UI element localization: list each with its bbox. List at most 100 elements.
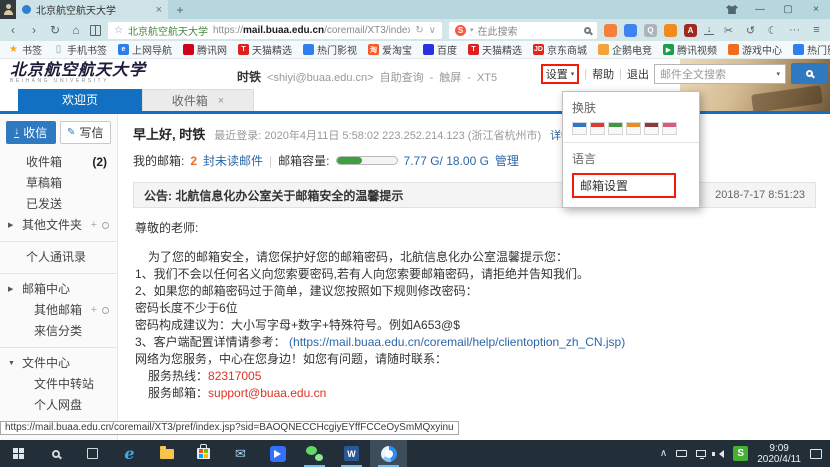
engine-dropdown-icon[interactable]: ▾ (470, 26, 474, 34)
sogou-input-icon[interactable]: S (733, 446, 748, 461)
hidden-icons-chevron[interactable]: ∧ (660, 448, 667, 459)
skin-swatch[interactable] (590, 122, 605, 135)
close-button[interactable]: × (802, 0, 830, 19)
sidebar-item-file-center[interactable]: ▼文件中心 (0, 353, 117, 374)
skin-swatch[interactable] (662, 122, 677, 135)
skin-swatch[interactable] (572, 122, 587, 135)
extension-qa-icon[interactable]: Q (644, 24, 657, 37)
back-icon[interactable]: ‹ (6, 23, 20, 37)
night-mode-icon[interactable]: ☾ (765, 24, 780, 37)
service-email[interactable]: support@buaa.edu.cn (208, 386, 326, 400)
browser-search-box[interactable]: S ▾ 在此搜索 (449, 22, 597, 39)
gear-icon[interactable] (102, 222, 109, 229)
screenshot-icon[interactable]: ✂ (721, 24, 736, 37)
expand-arrow-icon[interactable]: ▶ (8, 279, 13, 300)
taskbar-search-button[interactable] (37, 440, 74, 467)
link-xt5[interactable]: XT5 (477, 72, 497, 84)
forward-icon[interactable]: › (27, 23, 41, 37)
volume-icon[interactable] (715, 450, 724, 458)
new-tab-button[interactable]: + (168, 3, 192, 17)
skin-swatch[interactable] (608, 122, 623, 135)
logout-link[interactable]: 退出 (627, 66, 649, 82)
browser-tab[interactable]: 北京航空航天大学 × (16, 0, 168, 19)
search-icon[interactable] (584, 27, 591, 34)
taskbar-app-blue[interactable] (259, 440, 296, 467)
link-self-service[interactable]: 自助查询 (380, 69, 424, 85)
sidebar-item-other-folders[interactable]: ▶其他文件夹 + (0, 215, 117, 236)
task-view-button[interactable] (74, 440, 111, 467)
history-icon[interactable]: ↺ (743, 24, 758, 37)
extension-flag-icon[interactable] (624, 24, 637, 37)
compose-mail-button[interactable]: ✎写信 (60, 121, 112, 144)
sidebar-item-file-transfer[interactable]: 文件中转站 (0, 374, 117, 395)
unread-mail-link[interactable]: 封未读邮件 (203, 152, 263, 169)
receive-mail-button[interactable]: ↓收信 (6, 121, 56, 144)
taskbar-wechat[interactable] (296, 440, 333, 467)
collapse-arrow-icon[interactable]: ▼ (8, 353, 15, 374)
bookmark-item[interactable]: 游戏中心 (728, 42, 782, 57)
link-touch-version[interactable]: 触屏 (439, 69, 461, 85)
bookmark-item[interactable]: T天猫精选 (468, 42, 522, 57)
minimize-button[interactable]: — (746, 0, 774, 19)
sidebar-item-mail-center[interactable]: ▶邮箱中心 (0, 279, 117, 300)
mail-search-button[interactable] (791, 63, 828, 84)
extension-game-icon[interactable] (604, 24, 617, 37)
more-tools-icon[interactable]: ··· (787, 24, 802, 36)
refresh-icon[interactable]: ↻ (48, 23, 62, 37)
extension-shop-icon[interactable] (664, 24, 677, 37)
page-refresh-icon[interactable]: ↻ (415, 25, 423, 36)
sidebar-item-incoming-rules[interactable]: 来信分类 (0, 321, 117, 342)
sidebar-item-contacts[interactable]: 个人通讯录 (0, 247, 117, 268)
network-icon[interactable] (696, 450, 706, 457)
settings-menu-button[interactable]: 设置 ▾ (541, 64, 580, 84)
start-button[interactable] (0, 440, 37, 467)
add-mailbox-icon[interactable]: + (91, 300, 97, 321)
sidebar-item-inbox[interactable]: 收件箱(2) (0, 152, 117, 173)
bookmark-item[interactable]: 淘爱淘宝 (368, 42, 412, 57)
sidebar-item-net-disk[interactable]: 个人网盘 (0, 395, 117, 416)
bookmark-item[interactable]: e上网导航 (118, 42, 172, 57)
downloads-icon[interactable]: ↓ (704, 25, 714, 35)
bookmark-item[interactable]: ▶腾讯视频 (663, 42, 717, 57)
bookmark-item[interactable]: ★书签 (8, 42, 42, 57)
expand-arrow-icon[interactable]: ▶ (8, 215, 13, 236)
reading-list-icon[interactable] (90, 25, 101, 36)
taskbar-mail[interactable]: ✉ (222, 440, 259, 467)
bookmark-item[interactable]: T天猫精选 (238, 42, 292, 57)
tab-close-icon[interactable]: × (156, 4, 162, 16)
bookmark-item[interactable]: 腾讯网 (183, 42, 227, 57)
skin-button[interactable] (718, 0, 746, 19)
tab-close-icon[interactable]: × (218, 95, 224, 107)
notification-center-icon[interactable] (810, 449, 822, 459)
bookmark-item[interactable]: ▯手机书签 (53, 42, 107, 57)
skin-swatch[interactable] (644, 122, 659, 135)
sidebar-item-other-mailboxes[interactable]: 其他邮箱 + (0, 300, 117, 321)
taskbar-word[interactable]: W (333, 440, 370, 467)
bookmark-item[interactable]: 企鹅电竞 (598, 42, 652, 57)
search-scope-dropdown-icon[interactable]: ▾ (776, 70, 780, 78)
bookmark-item[interactable]: 热门影视 (793, 42, 830, 57)
keyboard-icon[interactable] (676, 450, 687, 457)
help-link[interactable]: 帮助 (592, 66, 614, 82)
client-config-link[interactable]: (https://mail.buaa.edu.cn/coremail/help/… (289, 335, 625, 349)
skin-swatch[interactable] (626, 122, 641, 135)
bookmark-item[interactable]: 百度 (423, 42, 457, 57)
manage-link[interactable]: 管理 (495, 152, 519, 169)
bookmark-item[interactable]: JD京东商城 (533, 42, 587, 57)
taskbar-store[interactable] (185, 440, 222, 467)
taskbar-clock[interactable]: 9:09 2020/4/11 (757, 443, 801, 465)
tab-welcome[interactable]: 欢迎页 (18, 89, 142, 111)
sidebar-item-drafts[interactable]: 草稿箱 (0, 173, 117, 194)
url-field[interactable]: ☆ 北京航空航天大学 https://mail.buaa.edu.cn/core… (108, 22, 442, 39)
menu-icon[interactable]: ≡ (809, 24, 824, 36)
browser-profile-avatar[interactable] (0, 0, 16, 19)
add-folder-icon[interactable]: + (91, 215, 97, 236)
maximize-button[interactable]: ▢ (774, 0, 802, 19)
favorite-star-icon[interactable]: ☆ (114, 25, 123, 36)
taskbar-edge[interactable]: e (111, 440, 148, 467)
mail-search-input[interactable]: 邮件全文搜索 ▾ (654, 64, 786, 84)
sidebar-item-sent[interactable]: 已发送 (0, 194, 117, 215)
taskbar-browser-active[interactable] (370, 440, 407, 467)
tab-inbox[interactable]: 收件箱 × (142, 89, 254, 111)
home-icon[interactable]: ⌂ (69, 23, 83, 37)
